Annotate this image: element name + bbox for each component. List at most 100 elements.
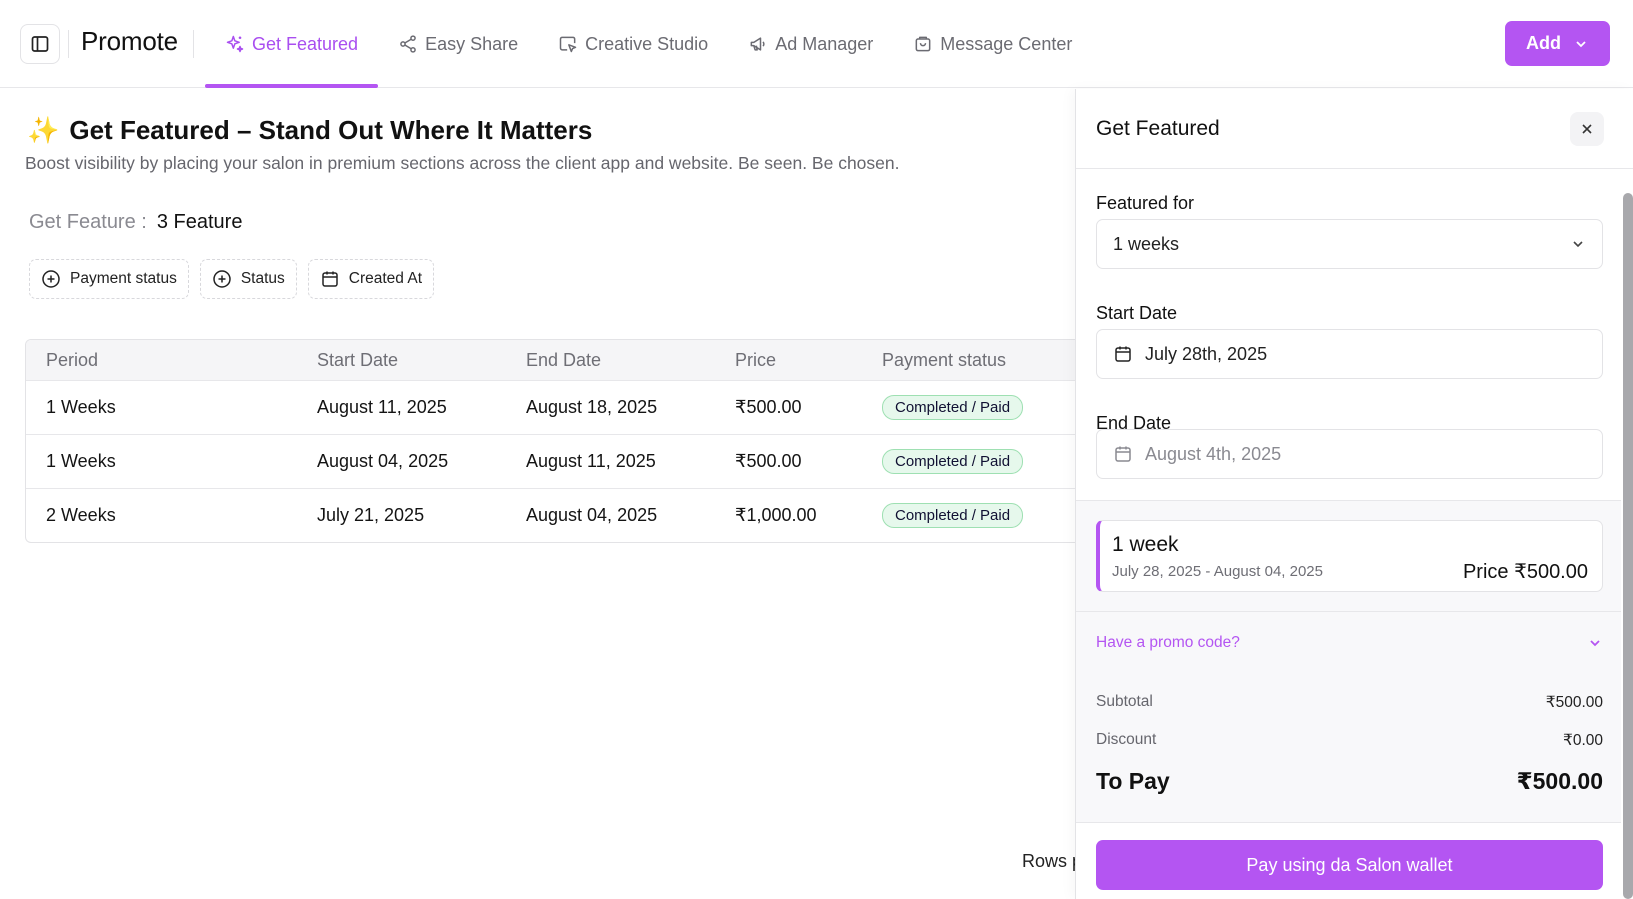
plan-date-range: July 28, 2025 - August 04, 2025 (1112, 563, 1323, 580)
selected-plan-card: 1 week July 28, 2025 - August 04, 2025 P… (1096, 520, 1603, 592)
to-pay-label: To Pay (1096, 768, 1170, 794)
featured-for-select[interactable]: 1 weeks (1096, 219, 1603, 269)
share-icon (400, 35, 416, 53)
payment-status-badge: Completed / Paid (882, 449, 1024, 474)
plus-circle-icon (213, 270, 231, 288)
tab-message-center[interactable]: Message Center (893, 0, 1092, 88)
tab-creative-studio[interactable]: Creative Studio (538, 0, 728, 88)
header-divider (68, 30, 69, 58)
close-icon (1582, 124, 1592, 134)
megaphone-icon (750, 37, 765, 51)
cell-start-date: July 21, 2025 (317, 505, 425, 525)
column-header-payment-status[interactable]: Payment status (876, 350, 1075, 371)
sparkle-icon (226, 35, 244, 53)
column-header-start-date[interactable]: Start Date (311, 350, 520, 371)
filter-created-at-button[interactable]: Created At (307, 259, 435, 299)
filter-label: Created At (348, 270, 423, 287)
app-title: Promote (81, 26, 178, 56)
panel-scrollbar[interactable] (1623, 193, 1633, 899)
table-row[interactable]: 2 Weeks July 21, 2025 August 04, 2025 ₹1… (26, 488, 1075, 542)
table-row[interactable]: 1 Weeks August 11, 2025 August 18, 2025 … (26, 380, 1075, 434)
page-title: ✨ Get Featured – Stand Out Where It Matt… (27, 115, 592, 146)
rows-per-page-label: Rows p (1022, 851, 1083, 871)
start-date-label: Start Date (1096, 303, 1178, 323)
cell-end-date: August 18, 2025 (526, 397, 658, 417)
discount-label: Discount (1096, 731, 1157, 748)
pay-wallet-button[interactable]: Pay using da Salon wallet (1096, 840, 1603, 890)
tab-label: Easy Share (425, 33, 519, 54)
feature-count: Get Feature : 3 Feature (29, 211, 242, 234)
featured-for-label: Featured for (1096, 193, 1195, 213)
tab-easy-share[interactable]: Easy Share (378, 0, 538, 88)
promote-tabs: Get Featured Easy Share Creative Studio … (205, 0, 1092, 88)
tab-get-featured[interactable]: Get Featured (205, 0, 379, 88)
discount-row: Discount ₹0.00 (1096, 731, 1603, 750)
tab-label: Message Center (940, 33, 1073, 54)
to-pay-value: ₹500.00 (1516, 768, 1603, 794)
tab-ad-manager[interactable]: Ad Manager (728, 0, 893, 88)
plus-circle-icon (42, 270, 60, 288)
panel-title: Get Featured (1096, 117, 1220, 140)
filter-bar: Payment status Status Created At (29, 259, 435, 299)
tab-label: Creative Studio (585, 33, 709, 54)
get-featured-panel: Get Featured Featured for 1 weeks Start … (1075, 89, 1633, 899)
end-date-picker: August 4th, 2025 (1096, 429, 1603, 479)
cell-price: ₹1,000.00 (735, 505, 817, 525)
subtotal-label: Subtotal (1096, 693, 1153, 710)
inbox-icon (915, 36, 931, 52)
sidebar-panel-icon (31, 36, 49, 52)
filter-label: Status (240, 270, 285, 287)
column-header-price[interactable]: Price (729, 350, 876, 371)
feature-count-label: Get Feature : (29, 211, 147, 233)
cell-end-date: August 11, 2025 (526, 451, 656, 471)
cell-end-date: August 04, 2025 (526, 505, 658, 525)
sidebar-toggle-button[interactable] (20, 24, 60, 64)
payment-status-badge: Completed / Paid (882, 395, 1024, 420)
add-button-label: Add (1526, 33, 1561, 53)
feature-count-value: 3 Feature (156, 211, 243, 233)
cell-period: 1 Weeks (46, 397, 116, 417)
tab-label: Get Featured (252, 33, 359, 54)
column-header-end-date[interactable]: End Date (520, 350, 729, 371)
filter-label: Payment status (70, 270, 177, 287)
plan-title: 1 week (1112, 533, 1179, 556)
plan-price: Price ₹500.00 (1462, 561, 1588, 583)
panel-divider (1076, 611, 1621, 612)
header-divider (193, 30, 194, 58)
cell-start-date: August 04, 2025 (317, 451, 449, 471)
payment-status-badge: Completed / Paid (882, 503, 1024, 528)
page-title-text: Get Featured – Stand Out Where It Matter… (69, 115, 593, 145)
subtotal-value: ₹500.00 (1545, 694, 1603, 711)
filter-status-button[interactable]: Status (199, 259, 297, 299)
chevron-down-icon (1573, 241, 1583, 248)
sparkles-emoji-icon: ✨ (27, 115, 60, 145)
discount-value: ₹0.00 (1562, 732, 1603, 749)
filter-payment-status-button[interactable]: Payment status (29, 259, 189, 299)
chevron-down-icon (1590, 640, 1600, 647)
table-row[interactable]: 1 Weeks August 04, 2025 August 11, 2025 … (26, 434, 1075, 488)
cell-start-date: August 11, 2025 (317, 397, 447, 417)
add-button[interactable]: Add (1505, 21, 1610, 66)
promo-code-label: Have a promo code? (1096, 634, 1240, 651)
tab-label: Ad Manager (775, 33, 874, 54)
calendar-icon (322, 271, 338, 287)
promo-code-toggle[interactable]: Have a promo code? (1096, 634, 1603, 652)
page-description: Boost visibility by placing your salon i… (25, 153, 900, 173)
panel-header: Get Featured (1076, 89, 1633, 169)
column-header-period[interactable]: Period (26, 350, 311, 371)
featured-for-value: 1 weeks (1113, 233, 1180, 254)
end-date-value: August 4th, 2025 (1145, 443, 1282, 464)
cell-period: 1 Weeks (46, 451, 116, 471)
start-date-value: July 28th, 2025 (1145, 343, 1268, 364)
subtotal-row: Subtotal ₹500.00 (1096, 693, 1603, 712)
main-content: ✨ Get Featured – Stand Out Where It Matt… (0, 89, 1082, 899)
close-panel-button[interactable] (1570, 112, 1604, 146)
cell-price: ₹500.00 (735, 451, 802, 471)
calendar-icon (1115, 346, 1131, 362)
table-header-row: Period Start Date End Date Price Payment… (26, 340, 1075, 380)
image-cursor-icon (559, 36, 577, 53)
chevron-down-icon (1576, 40, 1586, 47)
featured-table: Period Start Date End Date Price Payment… (25, 339, 1075, 543)
calendar-icon (1115, 446, 1131, 462)
start-date-picker[interactable]: July 28th, 2025 (1096, 329, 1603, 379)
